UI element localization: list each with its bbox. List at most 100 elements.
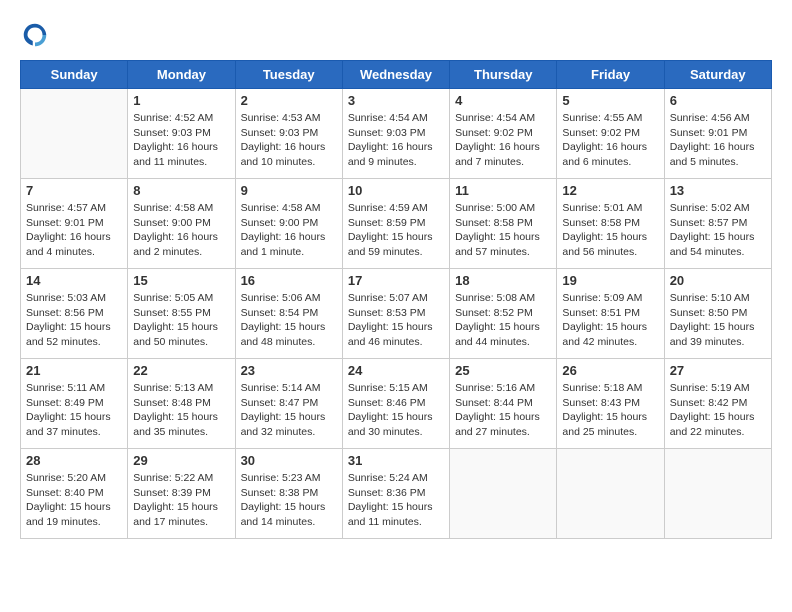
weekday-header-wednesday: Wednesday <box>342 61 449 89</box>
week-row-2: 7 Sunrise: 4:57 AM Sunset: 9:01 PM Daylig… <box>21 179 772 269</box>
calendar-cell: 2 Sunrise: 4:53 AM Sunset: 9:03 PM Daylig… <box>235 89 342 179</box>
week-row-1: 1 Sunrise: 4:52 AM Sunset: 9:03 PM Daylig… <box>21 89 772 179</box>
day-info: Sunrise: 5:19 AM Sunset: 8:42 PM Dayligh… <box>670 381 766 440</box>
calendar-cell: 16 Sunrise: 5:06 AM Sunset: 8:54 PM Dayli… <box>235 269 342 359</box>
day-info: Sunrise: 5:11 AM Sunset: 8:49 PM Dayligh… <box>26 381 122 440</box>
day-info: Sunrise: 4:54 AM Sunset: 9:02 PM Dayligh… <box>455 111 551 170</box>
calendar-cell: 18 Sunrise: 5:08 AM Sunset: 8:52 PM Dayli… <box>450 269 557 359</box>
day-info: Sunrise: 4:59 AM Sunset: 8:59 PM Dayligh… <box>348 201 444 260</box>
calendar-cell <box>664 449 771 539</box>
day-info: Sunrise: 4:55 AM Sunset: 9:02 PM Dayligh… <box>562 111 658 170</box>
day-info: Sunrise: 4:58 AM Sunset: 9:00 PM Dayligh… <box>133 201 229 260</box>
day-number: 17 <box>348 273 444 288</box>
day-number: 30 <box>241 453 337 468</box>
day-info: Sunrise: 5:08 AM Sunset: 8:52 PM Dayligh… <box>455 291 551 350</box>
day-number: 25 <box>455 363 551 378</box>
day-number: 4 <box>455 93 551 108</box>
weekday-header-friday: Friday <box>557 61 664 89</box>
day-number: 29 <box>133 453 229 468</box>
weekday-header-monday: Monday <box>128 61 235 89</box>
day-number: 9 <box>241 183 337 198</box>
day-info: Sunrise: 5:00 AM Sunset: 8:58 PM Dayligh… <box>455 201 551 260</box>
day-info: Sunrise: 4:58 AM Sunset: 9:00 PM Dayligh… <box>241 201 337 260</box>
logo-icon <box>20 20 50 50</box>
weekday-header-tuesday: Tuesday <box>235 61 342 89</box>
calendar-cell: 28Sunrise: 5:20 AM Sunset: 8:40 PM Dayli… <box>21 449 128 539</box>
day-info: Sunrise: 4:53 AM Sunset: 9:03 PM Dayligh… <box>241 111 337 170</box>
calendar-cell: 6 Sunrise: 4:56 AM Sunset: 9:01 PM Daylig… <box>664 89 771 179</box>
day-info: Sunrise: 4:56 AM Sunset: 9:01 PM Dayligh… <box>670 111 766 170</box>
day-number: 1 <box>133 93 229 108</box>
calendar-cell: 13 Sunrise: 5:02 AM Sunset: 8:57 PM Dayli… <box>664 179 771 269</box>
day-number: 20 <box>670 273 766 288</box>
day-info: Sunrise: 4:57 AM Sunset: 9:01 PM Dayligh… <box>26 201 122 260</box>
calendar-cell: 4 Sunrise: 4:54 AM Sunset: 9:02 PM Daylig… <box>450 89 557 179</box>
logo <box>20 20 54 50</box>
week-row-5: 28Sunrise: 5:20 AM Sunset: 8:40 PM Dayli… <box>21 449 772 539</box>
day-number: 7 <box>26 183 122 198</box>
day-info: Sunrise: 5:05 AM Sunset: 8:55 PM Dayligh… <box>133 291 229 350</box>
day-number: 14 <box>26 273 122 288</box>
day-number: 19 <box>562 273 658 288</box>
day-number: 13 <box>670 183 766 198</box>
weekday-header-saturday: Saturday <box>664 61 771 89</box>
day-number: 6 <box>670 93 766 108</box>
day-number: 8 <box>133 183 229 198</box>
calendar-cell: 7 Sunrise: 4:57 AM Sunset: 9:01 PM Daylig… <box>21 179 128 269</box>
calendar-cell <box>21 89 128 179</box>
calendar-cell: 27 Sunrise: 5:19 AM Sunset: 8:42 PM Dayli… <box>664 359 771 449</box>
calendar-cell: 9 Sunrise: 4:58 AM Sunset: 9:00 PM Daylig… <box>235 179 342 269</box>
week-row-4: 21 Sunrise: 5:11 AM Sunset: 8:49 PM Dayli… <box>21 359 772 449</box>
day-info: Sunrise: 4:54 AM Sunset: 9:03 PM Dayligh… <box>348 111 444 170</box>
day-number: 31 <box>348 453 444 468</box>
day-number: 21 <box>26 363 122 378</box>
calendar-cell: 1 Sunrise: 4:52 AM Sunset: 9:03 PM Daylig… <box>128 89 235 179</box>
day-info: Sunrise: 5:15 AM Sunset: 8:46 PM Dayligh… <box>348 381 444 440</box>
day-info: Sunrise: 5:13 AM Sunset: 8:48 PM Dayligh… <box>133 381 229 440</box>
calendar-cell <box>450 449 557 539</box>
calendar-cell: 17 Sunrise: 5:07 AM Sunset: 8:53 PM Dayli… <box>342 269 449 359</box>
calendar-cell: 5 Sunrise: 4:55 AM Sunset: 9:02 PM Daylig… <box>557 89 664 179</box>
day-info: Sunrise: 5:09 AM Sunset: 8:51 PM Dayligh… <box>562 291 658 350</box>
weekday-header-thursday: Thursday <box>450 61 557 89</box>
day-info: Sunrise: 5:03 AM Sunset: 8:56 PM Dayligh… <box>26 291 122 350</box>
day-info: Sunrise: 5:14 AM Sunset: 8:47 PM Dayligh… <box>241 381 337 440</box>
day-number: 3 <box>348 93 444 108</box>
calendar-cell: 29Sunrise: 5:22 AM Sunset: 8:39 PM Dayli… <box>128 449 235 539</box>
calendar-cell: 14 Sunrise: 5:03 AM Sunset: 8:56 PM Dayli… <box>21 269 128 359</box>
day-info: Sunrise: 5:16 AM Sunset: 8:44 PM Dayligh… <box>455 381 551 440</box>
day-info: Sunrise: 5:24 AM Sunset: 8:36 PM Dayligh… <box>348 471 444 530</box>
calendar-cell: 22Sunrise: 5:13 AM Sunset: 8:48 PM Dayli… <box>128 359 235 449</box>
calendar-cell: 10Sunrise: 4:59 AM Sunset: 8:59 PM Dayli… <box>342 179 449 269</box>
calendar-cell: 15 Sunrise: 5:05 AM Sunset: 8:55 PM Dayli… <box>128 269 235 359</box>
calendar-cell: 19 Sunrise: 5:09 AM Sunset: 8:51 PM Dayli… <box>557 269 664 359</box>
day-number: 11 <box>455 183 551 198</box>
day-number: 16 <box>241 273 337 288</box>
calendar-cell: 11 Sunrise: 5:00 AM Sunset: 8:58 PM Dayli… <box>450 179 557 269</box>
week-row-3: 14 Sunrise: 5:03 AM Sunset: 8:56 PM Dayli… <box>21 269 772 359</box>
calendar-cell: 20Sunrise: 5:10 AM Sunset: 8:50 PM Dayli… <box>664 269 771 359</box>
calendar-table: SundayMondayTuesdayWednesdayThursdayFrid… <box>20 60 772 539</box>
day-number: 2 <box>241 93 337 108</box>
day-info: Sunrise: 5:07 AM Sunset: 8:53 PM Dayligh… <box>348 291 444 350</box>
day-info: Sunrise: 5:18 AM Sunset: 8:43 PM Dayligh… <box>562 381 658 440</box>
day-number: 23 <box>241 363 337 378</box>
day-number: 5 <box>562 93 658 108</box>
calendar-cell: 25 Sunrise: 5:16 AM Sunset: 8:44 PM Dayli… <box>450 359 557 449</box>
day-number: 24 <box>348 363 444 378</box>
weekday-header-row: SundayMondayTuesdayWednesdayThursdayFrid… <box>21 61 772 89</box>
day-number: 18 <box>455 273 551 288</box>
page-header <box>20 20 772 50</box>
day-number: 28 <box>26 453 122 468</box>
day-info: Sunrise: 5:23 AM Sunset: 8:38 PM Dayligh… <box>241 471 337 530</box>
day-number: 27 <box>670 363 766 378</box>
day-info: Sunrise: 4:52 AM Sunset: 9:03 PM Dayligh… <box>133 111 229 170</box>
calendar-cell: 24 Sunrise: 5:15 AM Sunset: 8:46 PM Dayli… <box>342 359 449 449</box>
day-number: 15 <box>133 273 229 288</box>
day-info: Sunrise: 5:02 AM Sunset: 8:57 PM Dayligh… <box>670 201 766 260</box>
calendar-cell: 31 Sunrise: 5:24 AM Sunset: 8:36 PM Dayli… <box>342 449 449 539</box>
day-info: Sunrise: 5:06 AM Sunset: 8:54 PM Dayligh… <box>241 291 337 350</box>
calendar-cell: 23 Sunrise: 5:14 AM Sunset: 8:47 PM Dayli… <box>235 359 342 449</box>
calendar-cell: 12Sunrise: 5:01 AM Sunset: 8:58 PM Dayli… <box>557 179 664 269</box>
day-number: 26 <box>562 363 658 378</box>
